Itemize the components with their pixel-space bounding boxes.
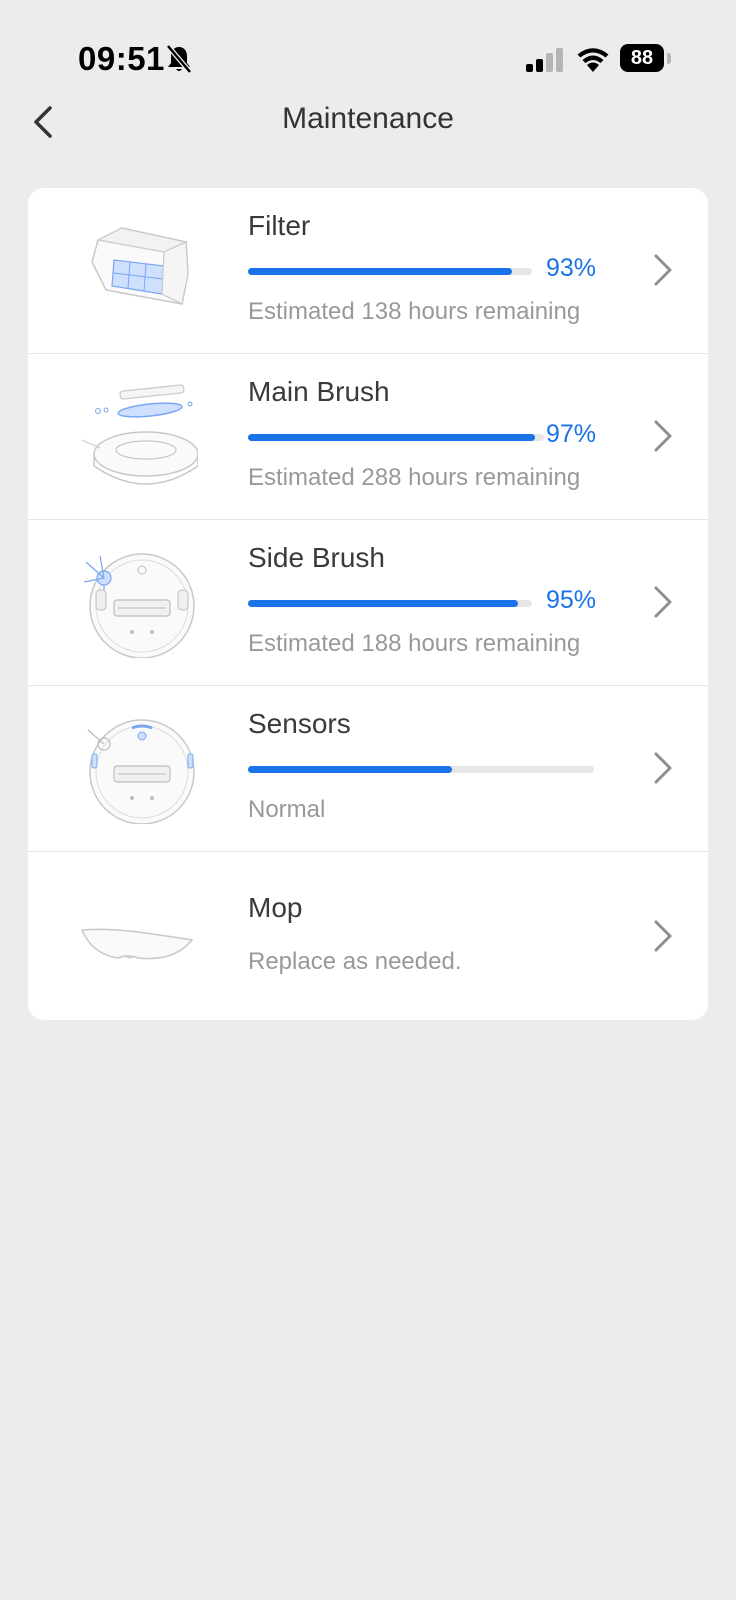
progress-fill [248, 268, 513, 275]
chevron-right-icon [654, 254, 672, 286]
progress-bar [248, 766, 594, 773]
sensors-image [87, 719, 195, 824]
item-title: Main Brush [248, 376, 390, 407]
item-subtitle: Normal [248, 796, 326, 823]
progress-bar [248, 268, 532, 275]
progress-fill [248, 766, 453, 773]
battery-level: 88 [630, 46, 654, 69]
item-subtitle: Estimated 188 hours remaining [248, 630, 581, 657]
item-title: Sensors [248, 708, 351, 739]
item-title: Mop [248, 892, 303, 923]
chevron-right-icon [654, 920, 672, 952]
list-item-filter[interactable]: Filter 93% Estimated 138 hours remaining [28, 188, 708, 354]
battery-body: 88 [620, 44, 664, 72]
battery-icon: 88 [620, 44, 672, 74]
battery-tip [667, 53, 671, 64]
wifi-icon [577, 48, 609, 72]
item-title: Side Brush [248, 542, 385, 573]
main-brush-image [81, 384, 198, 485]
signal-icon [526, 48, 563, 72]
filter-image [91, 227, 189, 305]
progress-fill [248, 600, 518, 607]
list-item-mop[interactable]: Mop Replace as needed. [28, 852, 708, 1020]
chevron-right-icon [654, 586, 672, 618]
bell-slash-icon [166, 44, 192, 74]
item-subtitle: Estimated 288 hours remaining [248, 464, 581, 491]
list-item-sensors[interactable]: Sensors Normal [28, 686, 708, 852]
list-item-side-brush[interactable]: Side Brush 95% Estimated 188 hours remai… [28, 520, 708, 686]
chevron-right-icon [654, 752, 672, 784]
item-subtitle: Estimated 138 hours remaining [248, 298, 581, 325]
item-subtitle: Replace as needed. [248, 948, 462, 975]
progress-bar [248, 434, 544, 441]
progress-fill [248, 434, 536, 441]
page-title: Maintenance [282, 102, 454, 135]
item-title: Filter [248, 210, 311, 241]
maintenance-list: Filter 93% Estimated 138 hours remaining… [28, 188, 708, 1020]
status-time: 09:51 [78, 40, 165, 77]
progress-percent: 97% [546, 420, 597, 448]
mop-image [80, 928, 194, 960]
chevron-right-icon [654, 420, 672, 452]
progress-percent: 93% [546, 254, 597, 282]
side-brush-image [83, 553, 195, 658]
progress-percent: 95% [546, 586, 597, 614]
list-item-main-brush[interactable]: Main Brush 97% Estimated 288 hours remai… [28, 354, 708, 520]
progress-bar [248, 600, 532, 607]
